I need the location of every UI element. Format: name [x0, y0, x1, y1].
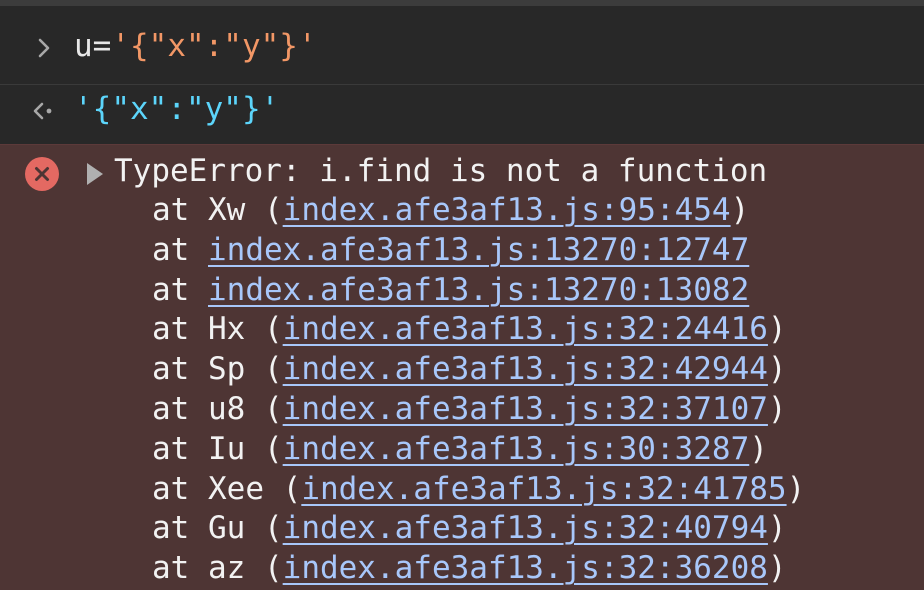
stack-frame-suffix: ) [767, 390, 787, 427]
stack-frame-suffix: ) [767, 311, 787, 348]
stack-frame-source-link[interactable]: index.afe3af13.js:32:37107 [283, 391, 768, 427]
stack-frame-prefix: at az ( [152, 550, 283, 587]
stack-frame-source-link[interactable]: index.afe3af13.js:32:24416 [283, 311, 768, 347]
stack-frame-prefix: at Gu ( [152, 510, 283, 547]
stack-frame-prefix: at [152, 231, 208, 268]
stack-frame-source-link[interactable]: index.afe3af13.js:32:42944 [283, 351, 768, 387]
result-value: '{"x":"y"}' [74, 91, 280, 127]
stack-frame: at Xee (index.afe3af13.js:32:41785) [152, 470, 805, 510]
console-error-entry: TypeError: i.find is not a function at X… [0, 144, 924, 590]
stack-frame: at index.afe3af13.js:13270:12747 [152, 231, 805, 271]
stack-frame-prefix: at u8 ( [152, 390, 283, 427]
stack-frame-suffix: ) [767, 510, 787, 547]
stack-frame-source-link[interactable]: index.afe3af13.js:13270:13082 [208, 272, 749, 308]
stack-frame-source-link[interactable]: index.afe3af13.js:32:36208 [283, 550, 768, 586]
console-panel: u='{"x":"y"}' '{"x":"y"}' TypeError: i.f… [0, 0, 924, 590]
stack-frame-prefix: at [152, 271, 208, 308]
stack-frame: at Gu (index.afe3af13.js:32:40794) [152, 509, 805, 549]
stack-frame-prefix: at Sp ( [152, 351, 283, 388]
stack-frame-prefix: at Hx ( [152, 311, 283, 348]
stack-frame: at index.afe3af13.js:13270:13082 [152, 271, 805, 311]
stack-frame-suffix: ) [767, 351, 787, 388]
stack-frame: at Sp (index.afe3af13.js:32:42944) [152, 350, 805, 390]
stack-frame: at Hx (index.afe3af13.js:32:24416) [152, 310, 805, 350]
return-arrow-icon [30, 97, 58, 125]
input-prefix: u= [74, 28, 112, 64]
stack-frame-source-link[interactable]: index.afe3af13.js:32:40794 [283, 510, 768, 546]
disclosure-triangle-icon[interactable] [87, 163, 103, 185]
console-input-entry[interactable]: u='{"x":"y"}' [0, 6, 924, 85]
stack-frame-prefix: at Xee ( [152, 470, 302, 507]
stack-frame-suffix: ) [730, 192, 750, 228]
stack-frame: at az (index.afe3af13.js:32:36208) [152, 549, 805, 589]
input-expression: u='{"x":"y"}' [74, 26, 317, 66]
chevron-right-icon [30, 34, 58, 62]
error-message: TypeError: i.find is not a function [114, 153, 768, 189]
stack-frame-suffix: ) [767, 550, 787, 587]
stack-frame-suffix: ) [786, 470, 806, 507]
stack-frame: at u8 (index.afe3af13.js:32:37107) [152, 390, 805, 430]
stack-frame-source-link[interactable]: index.afe3af13.js:32:41785 [301, 471, 786, 507]
stack-frame-suffix: ) [749, 430, 768, 467]
stack-frame-source-link[interactable]: index.afe3af13.js:30:3287 [283, 431, 750, 467]
stack-frame-prefix: at Xw ( [152, 192, 283, 228]
stack-frame-source-link[interactable]: index.afe3af13.js:13270:12747 [208, 232, 749, 268]
console-result-entry: '{"x":"y"}' [0, 85, 924, 143]
stack-trace: at Xw (index.afe3af13.js:95:454) at index… [152, 191, 805, 589]
input-string-value: '{"x":"y"}' [111, 28, 317, 64]
stack-frame-source-link[interactable]: index.afe3af13.js:95:454 [283, 192, 731, 228]
stack-frame: at Iu (index.afe3af13.js:30:3287) [152, 430, 805, 470]
error-x-icon [25, 157, 59, 191]
stack-frame-prefix: at Iu ( [152, 430, 283, 467]
stack-frame: at Xw (index.afe3af13.js:95:454) [152, 191, 805, 231]
